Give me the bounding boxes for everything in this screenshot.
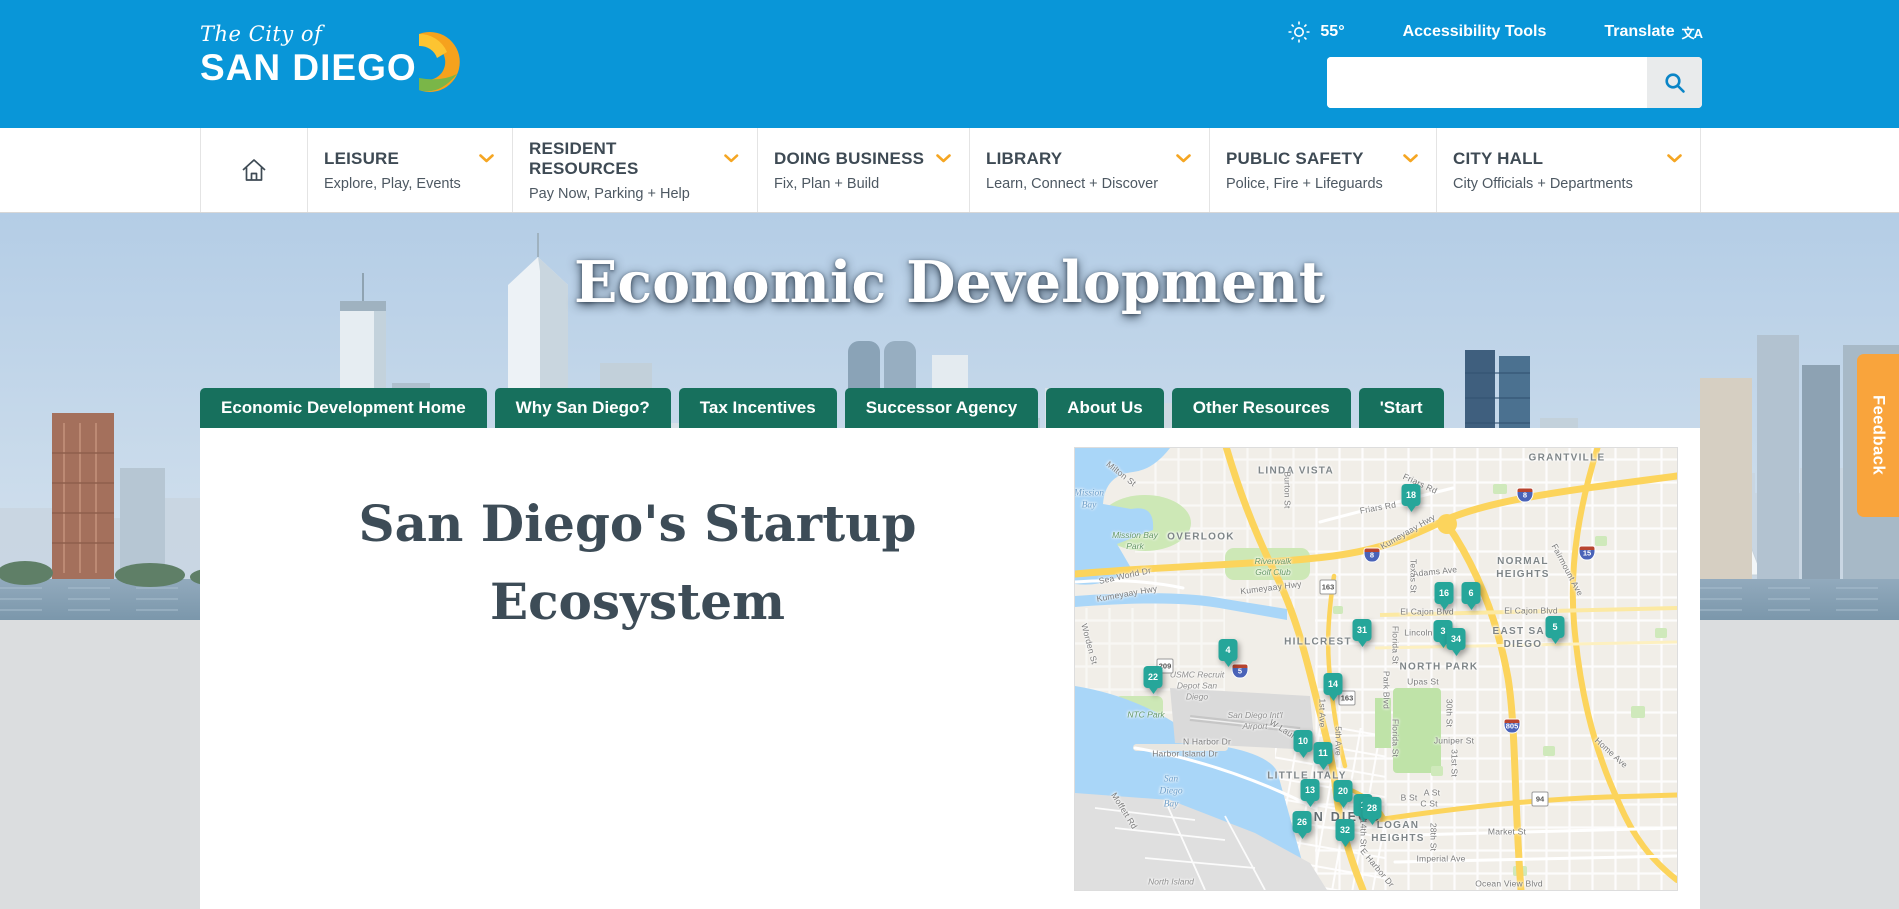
map-marker-34[interactable]: 34	[1447, 628, 1466, 650]
chevron-down-icon	[1176, 154, 1191, 163]
temperature-value: 55°	[1320, 23, 1344, 41]
sun-icon	[1287, 20, 1311, 44]
nav-item-subtitle: Explore, Play, Events	[324, 176, 494, 192]
nav-item-leisure[interactable]: LEISURE Explore, Play, Events	[308, 128, 513, 212]
map-marker-28[interactable]: 28	[1363, 797, 1382, 819]
nav-item-label: PUBLIC SAFETY	[1226, 149, 1364, 169]
map-marker-20[interactable]: 20	[1334, 780, 1353, 802]
tab-other-resources[interactable]: Other Resources	[1172, 388, 1351, 428]
translate-icon: 文A	[1682, 23, 1702, 42]
map-marker-14[interactable]: 14	[1324, 673, 1343, 695]
nav-items: LEISURE Explore, Play, Events RESIDENT R…	[308, 128, 1701, 212]
site-search	[1327, 57, 1702, 108]
nav-item-city-hall[interactable]: CITY HALL City Officials + Departments	[1437, 128, 1701, 212]
feedback-button[interactable]: Feedback	[1857, 354, 1899, 517]
map-marker-22[interactable]: 22	[1144, 666, 1163, 688]
map-marker-13[interactable]: 13	[1301, 779, 1320, 801]
chevron-down-icon	[479, 154, 494, 163]
map-marker-16[interactable]: 16	[1435, 582, 1454, 604]
tab-economic-development-home[interactable]: Economic Development Home	[200, 388, 487, 428]
content-panel: San Diego's Startup Ecosystem	[200, 428, 1700, 909]
site-header: The City of SAN DIEGO 55° Accessibility …	[0, 0, 1899, 128]
nav-item-label: RESIDENT RESOURCES	[529, 139, 724, 179]
tab-successor-agency[interactable]: Successor Agency	[845, 388, 1039, 428]
nav-item-label: LEISURE	[324, 149, 399, 169]
map-marker-5[interactable]: 5	[1546, 616, 1565, 638]
search-input[interactable]	[1327, 57, 1647, 108]
search-icon	[1663, 71, 1687, 95]
weather-widget: 55°	[1287, 20, 1344, 44]
tab-why-san-diego[interactable]: Why San Diego?	[495, 388, 671, 428]
chevron-down-icon	[724, 154, 739, 163]
city-logo[interactable]: The City of SAN DIEGO	[200, 22, 500, 89]
tab-tax-incentives[interactable]: Tax Incentives	[679, 388, 837, 428]
nav-home-button[interactable]	[200, 128, 308, 212]
logo-swoosh-icon	[413, 32, 463, 96]
nav-item-resident-resources[interactable]: RESIDENT RESOURCES Pay Now, Parking + He…	[513, 128, 758, 212]
map-marker-26[interactable]: 26	[1293, 811, 1312, 833]
map-marker-10[interactable]: 10	[1294, 730, 1313, 752]
utility-row: 55° Accessibility Tools Translate 文A	[1287, 20, 1702, 44]
nav-item-label: CITY HALL	[1453, 149, 1543, 169]
nav-item-library[interactable]: LIBRARY Learn, Connect + Discover	[970, 128, 1210, 212]
home-icon	[240, 157, 268, 183]
tab-about-us[interactable]: About Us	[1046, 388, 1164, 428]
nav-item-subtitle: Police, Fire + Lifeguards	[1226, 176, 1418, 192]
translate-link[interactable]: Translate 文A	[1604, 23, 1702, 42]
nav-item-label: LIBRARY	[986, 149, 1062, 169]
nav-item-subtitle: Learn, Connect + Discover	[986, 176, 1191, 192]
page-title: Economic Development	[0, 249, 1899, 316]
nav-item-label: DOING BUSINESS	[774, 149, 924, 169]
map-marker-6[interactable]: 6	[1462, 582, 1481, 604]
map-marker-31[interactable]: 31	[1353, 619, 1372, 641]
chevron-down-icon	[936, 154, 951, 163]
accessibility-tools-link[interactable]: Accessibility Tools	[1403, 23, 1547, 41]
map-marker-18[interactable]: 18	[1402, 484, 1421, 506]
nav-item-public-safety[interactable]: PUBLIC SAFETY Police, Fire + Lifeguards	[1210, 128, 1437, 212]
main-nav: LEISURE Explore, Play, Events RESIDENT R…	[0, 128, 1899, 213]
translate-label: Translate	[1604, 23, 1674, 41]
section-tabs: Economic Development HomeWhy San Diego?T…	[200, 388, 1444, 428]
main-nav-inner: LEISURE Explore, Play, Events RESIDENT R…	[200, 128, 1701, 212]
tab-start[interactable]: 'Start	[1359, 388, 1444, 428]
map-marker-4[interactable]: 4	[1219, 639, 1238, 661]
nav-item-subtitle: Pay Now, Parking + Help	[529, 186, 739, 202]
startup-ecosystem-map[interactable]: GRANTVILLELINDA VISTAOVERLOOKNORMAL HEIG…	[1075, 448, 1677, 890]
content-heading: San Diego's Startup Ecosystem	[200, 485, 1075, 640]
chevron-down-icon	[1403, 154, 1418, 163]
nav-item-doing-business[interactable]: DOING BUSINESS Fix, Plan + Build	[758, 128, 970, 212]
chevron-down-icon	[1667, 154, 1682, 163]
map-marker-32[interactable]: 32	[1336, 819, 1355, 841]
nav-item-subtitle: Fix, Plan + Build	[774, 176, 951, 192]
map-marker-11[interactable]: 11	[1314, 742, 1333, 764]
search-button[interactable]	[1647, 57, 1702, 108]
nav-item-subtitle: City Officials + Departments	[1453, 176, 1682, 192]
